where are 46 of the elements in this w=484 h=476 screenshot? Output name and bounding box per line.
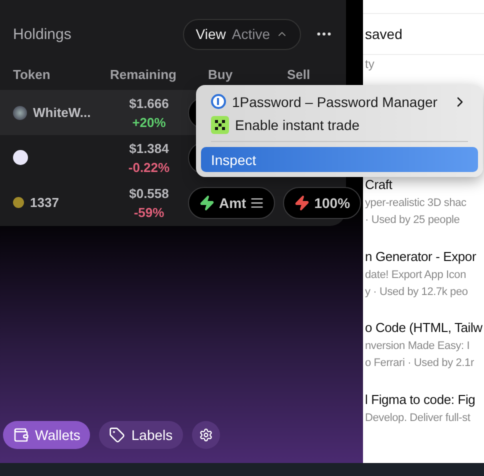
remaining-value: $1.666 xyxy=(129,96,169,110)
wallet-icon xyxy=(13,427,29,443)
token-avatar xyxy=(13,106,27,120)
panel-title: Holdings xyxy=(13,26,72,42)
plugin-title[interactable]: l Figma to code: Fig xyxy=(365,392,476,407)
plugin-description: date! Export App Icon xyxy=(365,268,466,281)
plugin-meta: y · Used by 12.7k peo xyxy=(365,286,468,298)
change-percent: +20% xyxy=(132,114,166,130)
coin-icon xyxy=(13,197,24,208)
column-header: Remaining xyxy=(110,66,178,82)
token-name: 1337 xyxy=(30,195,59,210)
panel-heading: saved xyxy=(363,14,484,56)
plugin-description: yper-realistic 3D shac xyxy=(365,197,466,210)
change-percent: -59% xyxy=(134,204,164,220)
plugin-description: Develop. Deliver full-st xyxy=(365,412,470,424)
settings-button[interactable] xyxy=(192,421,220,449)
nav-button[interactable]: Labels xyxy=(99,421,183,449)
checker-icon xyxy=(211,116,229,134)
plugin-meta: · Used by 25 people xyxy=(365,214,460,226)
plugin-meta: o Ferrari · Used by 2.1r xyxy=(365,357,474,370)
buy-button[interactable]: Amt xyxy=(188,186,276,218)
menu-item[interactable]: Inspect xyxy=(201,147,478,172)
column-header: Buy xyxy=(208,66,234,82)
remaining-value: $1.384 xyxy=(129,140,169,156)
menu-item[interactable]: Enable instant trade xyxy=(201,113,478,136)
token-name: WhiteW... xyxy=(33,105,91,120)
menu-icon xyxy=(250,196,264,210)
lightning-icon xyxy=(294,194,310,210)
panel-subheading: ty xyxy=(364,56,374,72)
plugin-title[interactable]: o Code (HTML, Tailw xyxy=(365,320,482,336)
change-percent: -0.22% xyxy=(128,160,170,174)
column-header: Token xyxy=(13,66,52,82)
settings-icon xyxy=(198,428,213,442)
plugin-title[interactable]: Craft xyxy=(365,177,392,192)
token-avatar xyxy=(13,150,28,165)
remaining-value: $0.558 xyxy=(129,186,169,200)
column-header: Sell xyxy=(287,66,312,82)
lightning-icon xyxy=(199,194,215,210)
menu-item[interactable]: 1Password – Password Manager xyxy=(201,90,478,113)
nav-button[interactable]: Wallets xyxy=(3,421,90,449)
password-manager-icon xyxy=(211,94,226,109)
plugin-description: nversion Made Easy: I xyxy=(365,340,470,352)
plugin-title[interactable]: n Generator - Expor xyxy=(365,248,476,264)
tag-icon xyxy=(109,427,126,443)
sell-button[interactable]: 100% xyxy=(283,186,362,218)
view-dropdown[interactable]: View Active xyxy=(182,18,301,50)
